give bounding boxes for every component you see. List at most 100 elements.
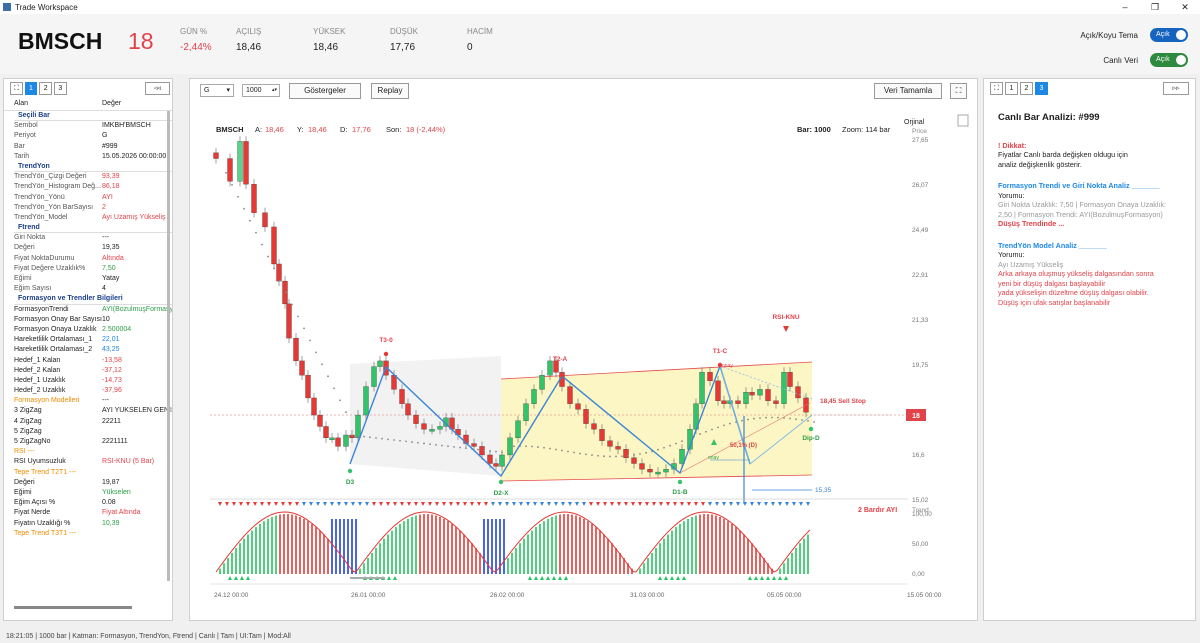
candle (735, 400, 741, 404)
signal-marker (792, 502, 796, 506)
grid-key: FormasyonTrendi (14, 305, 69, 313)
left-tab-1[interactable]: 1 (24, 81, 38, 95)
trough-marker (808, 426, 814, 432)
right-tab-1[interactable]: 1 (1005, 81, 1018, 95)
price-tick: 19,75 (912, 362, 929, 369)
grid-row[interactable]: Değeri 19,87 (14, 478, 172, 488)
sar-dot (225, 171, 227, 174)
signal-marker (295, 502, 299, 506)
price-tick: 15,02 (912, 497, 929, 504)
grid-row[interactable]: Eğim Sayısı 4 (14, 284, 172, 294)
sar-dot (453, 445, 455, 448)
sar-dot (273, 267, 275, 270)
live-analysis: Canlı Bar Analizi: #999 ! Dikkat: Fiyatl… (984, 97, 1195, 317)
right-tab-2[interactable]: 2 (1020, 81, 1033, 95)
grid-row[interactable]: Periyot G (14, 131, 172, 141)
grid-row[interactable]: Giri Nokta --- (14, 233, 172, 243)
grid-row[interactable]: RSI Uyumsuzluk RSI-KNU (5 Bar) (14, 457, 172, 467)
grid-row[interactable]: Değeri 19,35 (14, 243, 172, 253)
grid-row[interactable]: TrendYön_Yönü AYI (14, 193, 172, 203)
expand-icon[interactable]: ⛶ (10, 81, 23, 95)
theme-toggle[interactable]: Açık (1150, 28, 1188, 42)
live-toggle[interactable]: Açık (1150, 53, 1188, 67)
grid-row[interactable]: Formasyon Onaya Uzaklık 2.500004 (14, 325, 172, 335)
expand-icon[interactable]: ⛶ (990, 81, 1003, 95)
grid-section-header[interactable]: Seçili Bar (14, 111, 172, 122)
grid-row[interactable]: Fiyatın Uzaklığı % 10,39 (14, 519, 172, 529)
grid-row[interactable]: Hareketlilik Ortalaması_2 43,25 (14, 345, 172, 355)
sar-dot (267, 255, 269, 258)
right-tab-3[interactable]: 3 (1035, 81, 1048, 95)
candle (655, 471, 661, 475)
sar-dot (441, 444, 443, 447)
grid-row[interactable]: Tepe Trend T3T1 --- (14, 529, 172, 539)
grid-row[interactable]: Eğim Açısı % 0.08 (14, 498, 172, 508)
grid-row[interactable]: TrendYön_Çizgi Değeri 93,39 (14, 172, 172, 182)
grid-key: 5 ZigZagNo (14, 438, 51, 445)
close-icon[interactable]: ✕ (1170, 2, 1200, 13)
grid-row[interactable]: TrendYön_Model Ayı Uzamış Yükseliş (14, 213, 172, 223)
grid-row[interactable]: Hedef_2 Uzaklık -37,96 (14, 386, 172, 396)
grid-section-header[interactable]: Ftrend (14, 223, 172, 234)
grid-value: 2.500004 (102, 325, 132, 333)
grid-row[interactable]: Hedef_2 Kalan -37,12 (14, 366, 172, 376)
candle (749, 392, 755, 396)
sar-dot (771, 416, 773, 419)
grid-row[interactable]: Sembol IMKBH'BMSCH (14, 121, 172, 131)
maximize-icon[interactable]: ❐ (1140, 2, 1170, 13)
grid-row[interactable]: FormasyonTrendi AYI(BozulmuşFormasyo (14, 305, 172, 315)
grid-row[interactable]: Bar #999 (14, 142, 172, 152)
stat-low: DÜŞÜK 17,76 (390, 27, 418, 53)
signal-marker (799, 502, 803, 506)
grid-row[interactable]: Formasyon Onay Bar Sayısı 10 (14, 315, 172, 325)
minimize-icon[interactable]: – (1110, 2, 1140, 12)
horizontal-scrollbar[interactable] (14, 606, 132, 609)
sar-dot (741, 419, 743, 422)
grid-row[interactable]: Fiyat NoktaDurumu Altında (14, 254, 172, 264)
grid-row[interactable]: Hedef_1 Kalan -13,58 (14, 356, 172, 366)
grid-row[interactable]: 4 ZigZag 22211 (14, 417, 172, 427)
sar-dot (237, 195, 239, 198)
grid-row[interactable]: RSI --- (14, 447, 172, 457)
grid-row[interactable]: Fiyat Değere Uzaklık% 7,50 (14, 264, 172, 274)
stat-label: YÜKSEK (313, 27, 346, 36)
signal-marker (561, 502, 565, 506)
last-label: Son: (386, 125, 401, 134)
grid-section-header[interactable]: Formasyon ve Trendler Bilgileri (14, 294, 172, 305)
warning-line: analiz değişkenlik gösterir. (998, 159, 1082, 169)
candle (531, 389, 537, 404)
grid-row[interactable]: 5 ZigZagNo 2221111 (14, 437, 172, 447)
signal-marker (288, 502, 292, 506)
sar-dot (747, 418, 749, 421)
grid-row[interactable]: TrendYön_Histogram Değ... 86,18 (14, 182, 172, 192)
grid-row[interactable]: Fiyat Nerde Fiyat Altında (14, 508, 172, 518)
label-onay: onay (708, 455, 719, 461)
zoom-info: Zoom: 114 bar (842, 125, 891, 134)
live-label: Canlı Veri (1103, 55, 1138, 65)
grid-section-header[interactable]: TrendYon (14, 162, 172, 173)
grid-row[interactable]: 5 ZigZag (14, 427, 172, 437)
grid-row[interactable]: Hareketlilik Ortalaması_1 22,01 (14, 335, 172, 345)
grid-value: Fiyat Altında (102, 509, 141, 517)
sar-dot (573, 451, 575, 454)
grid-row[interactable]: Hedef_1 Uzaklık -14,73 (14, 376, 172, 386)
grid-row[interactable]: Tepe Trend T2T1 --- (14, 468, 172, 478)
signal-marker (670, 576, 674, 580)
left-tab-3[interactable]: 3 (54, 81, 67, 95)
collapse-left-icon[interactable]: ◃◃ (144, 81, 170, 95)
grid-row[interactable]: Formasyon Modelleri --- (14, 396, 172, 406)
signal-marker (631, 502, 635, 506)
collapse-right-icon[interactable]: ▹▹ (1163, 81, 1189, 95)
vertical-scrollbar[interactable] (167, 111, 170, 581)
signal-marker (344, 502, 348, 506)
left-tab-2[interactable]: 2 (39, 81, 53, 95)
chart-panel: G ▾ 1000 ▴▾ Göstergeler Replay Veri Tamaml… (189, 78, 978, 621)
grid-row[interactable]: 3 ZigZag AYI YÜKSELEN GENİŞ (14, 406, 172, 416)
grid-row[interactable]: Eğimi Yatay (14, 274, 172, 284)
signal-marker (387, 576, 391, 580)
grid-row[interactable]: TrendYön_Yön BarSayısı 2 (14, 203, 172, 213)
grid-row[interactable]: Tarih 15.05.2026 00:00:00 (14, 152, 172, 162)
grid-row[interactable]: Eğimi Yükselen (14, 488, 172, 498)
bar-count-info: Bar: 1000 (797, 125, 831, 134)
price-chart[interactable]: BMSCH A: 18,46 Y: 18,46 D: 17,76 Son: 18 (-2,44%… (190, 79, 979, 622)
